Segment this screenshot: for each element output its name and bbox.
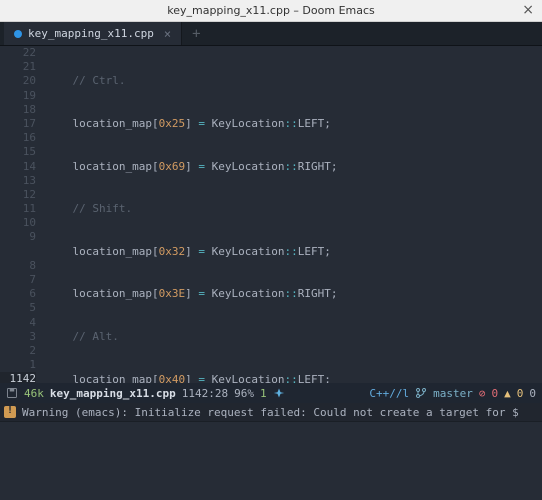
flycheck-warning-count: 0 xyxy=(517,387,524,400)
modeline-filesize: 46k xyxy=(24,387,44,400)
fairy-icon xyxy=(273,387,285,399)
window-close-button[interactable]: × xyxy=(522,2,534,18)
flycheck-error-icon: ⊘ xyxy=(479,387,486,400)
flycheck-error-count: 0 xyxy=(492,387,499,400)
empty-pane[interactable] xyxy=(0,422,542,500)
modeline-filename: key_mapping_x11.cpp xyxy=(50,387,176,400)
minibuffer-message: Warning (emacs): Initialize request fail… xyxy=(22,406,519,419)
warning-icon xyxy=(4,406,16,418)
save-disk-icon xyxy=(6,387,18,399)
flycheck-info-count: 0 xyxy=(529,387,536,400)
modeline-vc-branch: master xyxy=(433,387,473,400)
app-window: key_mapping_x11.cpp – Doom Emacs × key_m… xyxy=(0,0,542,500)
titlebar[interactable]: key_mapping_x11.cpp – Doom Emacs × xyxy=(0,0,542,22)
modeline-checker-count: 1 xyxy=(260,387,267,400)
tab-bar: key_mapping_x11.cpp × + xyxy=(0,22,542,46)
tab-label: key_mapping_x11.cpp xyxy=(28,27,154,40)
modeline-percent: 96% xyxy=(234,387,254,400)
code-area[interactable]: // Ctrl. location_map[0x25] = KeyLocatio… xyxy=(40,46,542,383)
tab-modified-dot-icon xyxy=(14,30,22,38)
flycheck-warning-icon: ▲ xyxy=(504,387,511,400)
line-number-gutter: 22 21 20 19 18 17 16 15 14 13 12 11 10 9… xyxy=(0,46,40,383)
code-editor[interactable]: 22 21 20 19 18 17 16 15 14 13 12 11 10 9… xyxy=(0,46,542,383)
modeline: 46k key_mapping_x11.cpp 1142:28 96% 1 C+… xyxy=(0,383,542,403)
minibuffer[interactable]: Warning (emacs): Initialize request fail… xyxy=(0,403,542,421)
tab-add-button[interactable]: + xyxy=(182,26,210,42)
modeline-major-mode: C++//l xyxy=(369,387,409,400)
git-branch-icon xyxy=(415,387,427,399)
window-title: key_mapping_x11.cpp – Doom Emacs xyxy=(167,4,375,17)
tab-file-active[interactable]: key_mapping_x11.cpp × xyxy=(4,22,182,45)
modeline-position: 1142:28 xyxy=(182,387,228,400)
tab-close-button[interactable]: × xyxy=(164,27,171,41)
